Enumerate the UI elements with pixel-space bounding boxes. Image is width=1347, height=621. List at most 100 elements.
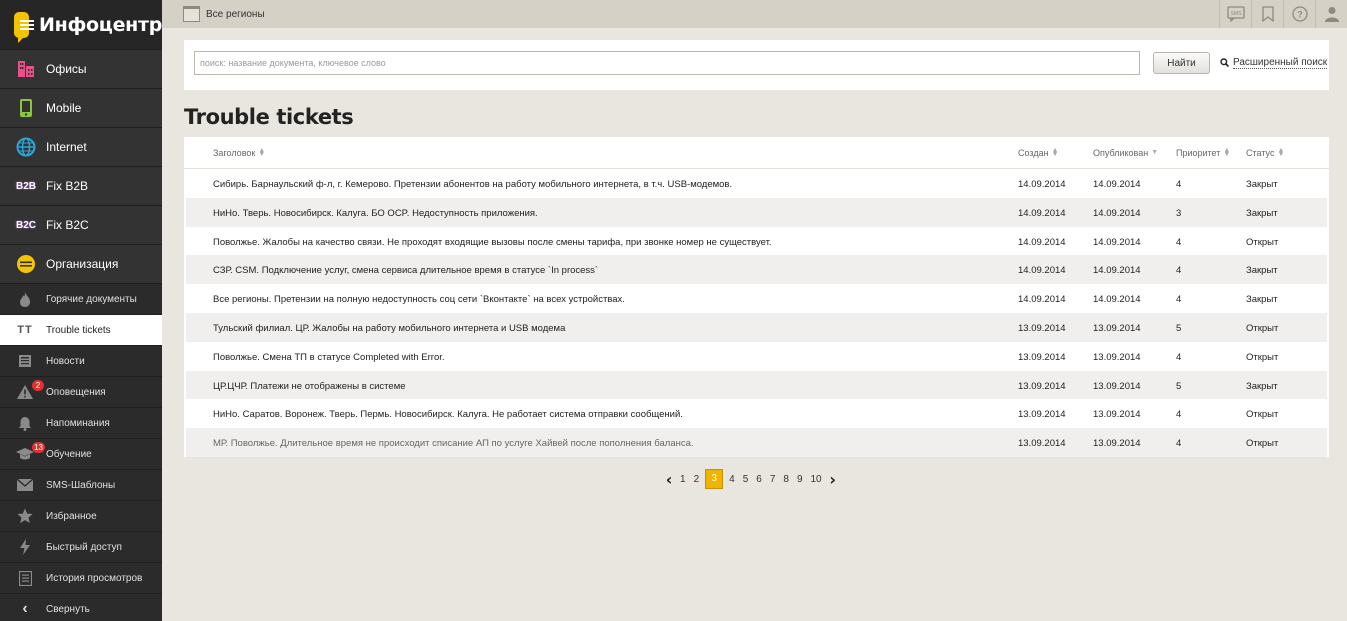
help-icon[interactable]: ? [1283, 0, 1315, 28]
sidebar-item-label: Fix B2B [46, 179, 89, 193]
page-link[interactable]: 7 [766, 474, 780, 485]
column-header-created[interactable]: Создан ▲ ▼ [1018, 147, 1059, 158]
cell-created: 13.09.2014 [1018, 351, 1066, 363]
sms-icon[interactable]: SMS [1219, 0, 1251, 28]
table-row[interactable]: Сибирь. Барнаульский ф-л, г. Кемерово. П… [184, 169, 1329, 198]
column-label: Статус [1246, 148, 1275, 158]
sidebar-item-reminders[interactable]: Напоминания [0, 408, 162, 439]
column-header-priority[interactable]: Приоритет ▲ ▼ [1176, 147, 1230, 158]
cell-title[interactable]: МР. Поволжье. Длительное время не происх… [213, 438, 694, 449]
cell-priority: 4 [1176, 351, 1182, 363]
column-label: Приоритет [1176, 148, 1221, 158]
sidebar-item-organization[interactable]: Организация [0, 245, 162, 284]
sidebar-item-offices[interactable]: Офисы [0, 50, 162, 89]
table-row[interactable]: Поволжье. Смена ТП в статусе Completed w… [184, 341, 1329, 371]
page-link[interactable]: 4 [725, 474, 739, 485]
cell-title[interactable]: Поволжье. Смена ТП в статусе Completed w… [213, 352, 445, 363]
sidebar-item-history[interactable]: История просмотров [0, 563, 162, 594]
cell-published: 14.09.2014 [1093, 179, 1141, 190]
bookmark-icon[interactable] [1251, 0, 1283, 28]
sidebar-item-fix-b2b[interactable]: B2B Fix B2B [0, 167, 162, 206]
sidebar-item-quick-access[interactable]: Быстрый доступ [0, 532, 162, 563]
cell-title[interactable]: НиНо. Саратов. Воронеж. Тверь. Пермь. Но… [213, 409, 683, 420]
chevron-left-icon: ‹ [22, 600, 28, 617]
cell-title[interactable]: СЗР. CSM. Подключение услуг, смена серви… [213, 265, 598, 276]
page-link[interactable]: 1 [676, 474, 690, 485]
table-row[interactable]: СЗР. CSM. Подключение услуг, смена серви… [186, 255, 1327, 285]
sidebar-item-sms-templates[interactable]: SMS-Шаблоны [0, 470, 162, 501]
cell-created: 14.09.2014 [1018, 294, 1066, 306]
lightning-icon [15, 537, 35, 557]
page-link[interactable]: 6 [752, 474, 766, 485]
bell-icon [15, 413, 35, 433]
table-row[interactable]: Тульский филиал. ЦР. Жалобы на работу мо… [186, 312, 1327, 342]
advanced-search-link[interactable]: Расширенный поиск [1220, 57, 1328, 69]
sidebar-item-hot-documents[interactable]: Горячие документы [0, 284, 162, 315]
sort-icon: ▲ ▼ [1051, 147, 1059, 158]
pagination: ‹ 1 2 3 4 5 6 7 8 9 10 › [662, 469, 840, 489]
cell-title[interactable]: ЦР.ЦЧР. Платежи не отображены в системе [213, 381, 406, 392]
sidebar-item-label: Офисы [46, 62, 87, 76]
column-header-title[interactable]: Заголовок ▲ ▼ [213, 147, 265, 158]
page-link[interactable]: 9 [793, 474, 807, 485]
cell-published: 13.09.2014 [1093, 409, 1141, 421]
logo[interactable]: Инфоцентр [0, 0, 162, 50]
cell-status: Закрыт [1246, 207, 1278, 219]
sidebar-item-internet[interactable]: Internet [0, 128, 162, 167]
next-page-icon[interactable]: › [826, 470, 840, 489]
sidebar-item-fix-b2c[interactable]: B2C Fix B2C [0, 206, 162, 245]
user-icon[interactable] [1315, 0, 1347, 28]
cell-status: Открыт [1246, 236, 1279, 248]
column-label: Опубликован [1093, 148, 1149, 158]
cell-title[interactable]: Поволжье. Жалобы на качество связи. Не п… [213, 237, 772, 248]
column-header-published[interactable]: Опубликован ▼ [1093, 148, 1158, 158]
cell-published: 14.09.2014 [1093, 236, 1141, 248]
sidebar-item-alerts[interactable]: 2 Оповещения [0, 377, 162, 408]
search-button[interactable]: Найти [1153, 52, 1210, 74]
table-row[interactable]: НиНо. Саратов. Воронеж. Тверь. Пермь. Но… [184, 399, 1329, 429]
sidebar-item-favorites[interactable]: Избранное [0, 501, 162, 532]
page-link[interactable]: 5 [739, 474, 753, 485]
table-row[interactable]: Поволжье. Жалобы на качество связи. Не п… [184, 226, 1329, 256]
cell-title[interactable]: Все регионы. Претензии на полную недосту… [213, 294, 625, 305]
tt-icon: TT [17, 324, 33, 336]
cell-created: 13.09.2014 [1018, 409, 1066, 421]
sidebar-item-trouble-tickets[interactable]: TT Trouble tickets [0, 315, 162, 346]
table-row[interactable]: НиНо. Тверь. Новосибирск. Калуга. БО OCP… [186, 197, 1327, 227]
table-row[interactable]: Все регионы. Претензии на полную недосту… [184, 284, 1329, 313]
table-row[interactable]: МР. Поволжье. Длительное время не происх… [186, 428, 1327, 457]
organization-icon [15, 253, 37, 275]
page-link[interactable]: 8 [779, 474, 793, 485]
advanced-search-label: Расширенный поиск [1233, 57, 1328, 69]
region-selector[interactable]: Все регионы [206, 9, 265, 20]
cell-title[interactable]: НиНо. Тверь. Новосибирск. Калуга. БО OCP… [213, 208, 538, 219]
page-current[interactable]: 3 [705, 469, 724, 489]
page-link[interactable]: 2 [690, 474, 704, 485]
column-header-status[interactable]: Статус ▲ ▼ [1246, 147, 1284, 158]
history-icon [15, 568, 35, 588]
cell-title[interactable]: Сибирь. Барнаульский ф-л, г. Кемерово. П… [213, 179, 732, 190]
cell-created: 14.09.2014 [1018, 236, 1066, 248]
cell-priority: 3 [1176, 207, 1182, 219]
cell-status: Закрыт [1246, 380, 1278, 392]
tickets-table: Заголовок ▲ ▼ Создан ▲ ▼ Опубликован ▼ При… [184, 137, 1329, 457]
sidebar-collapse[interactable]: ‹ Свернуть [0, 594, 162, 621]
sidebar-item-label: SMS-Шаблоны [46, 479, 116, 491]
sidebar-item-education[interactable]: 13 Обучение [0, 439, 162, 470]
page-link[interactable]: 10 [807, 474, 826, 485]
cell-published: 13.09.2014 [1093, 322, 1141, 334]
search-input[interactable] [194, 51, 1140, 75]
b2b-icon: B2B [15, 180, 36, 192]
sidebar-item-label: Обучение [46, 448, 92, 460]
chat-bubble-logo-icon [14, 11, 35, 43]
table-row[interactable]: ЦР.ЦЧР. Платежи не отображены в системе 1… [186, 370, 1327, 400]
calendar-icon[interactable] [183, 6, 200, 22]
sidebar-item-mobile[interactable]: Mobile [0, 89, 162, 128]
app-title: Инфоцентр [39, 13, 162, 36]
sidebar-item-news[interactable]: Новости [0, 346, 162, 377]
cell-title[interactable]: Тульский филиал. ЦР. Жалобы на работу мо… [213, 323, 565, 334]
prev-page-icon[interactable]: ‹ [662, 470, 676, 489]
sidebar: Инфоцентр Офисы Mobile Internet B2B Fix … [0, 0, 162, 621]
mobile-icon [15, 97, 37, 119]
column-label: Заголовок [213, 148, 256, 158]
